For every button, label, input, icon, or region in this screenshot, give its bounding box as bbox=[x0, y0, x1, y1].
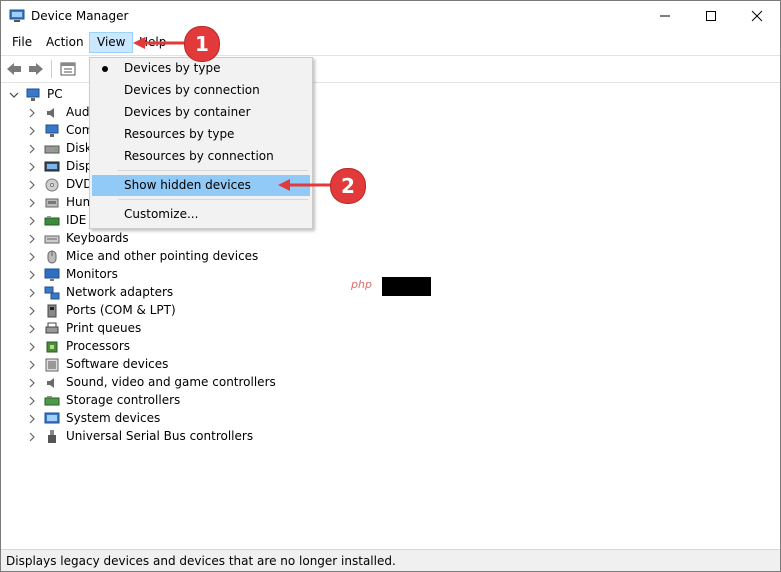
arrowhead-one-icon bbox=[133, 37, 145, 49]
annotation-arrows bbox=[133, 37, 331, 191]
callout-badge-two: 2 bbox=[330, 168, 366, 204]
callout-badge-one: 1 bbox=[184, 26, 220, 62]
device-manager-window: Device Manager File Action View Help bbox=[0, 0, 781, 572]
arrowhead-two-icon bbox=[278, 179, 290, 191]
